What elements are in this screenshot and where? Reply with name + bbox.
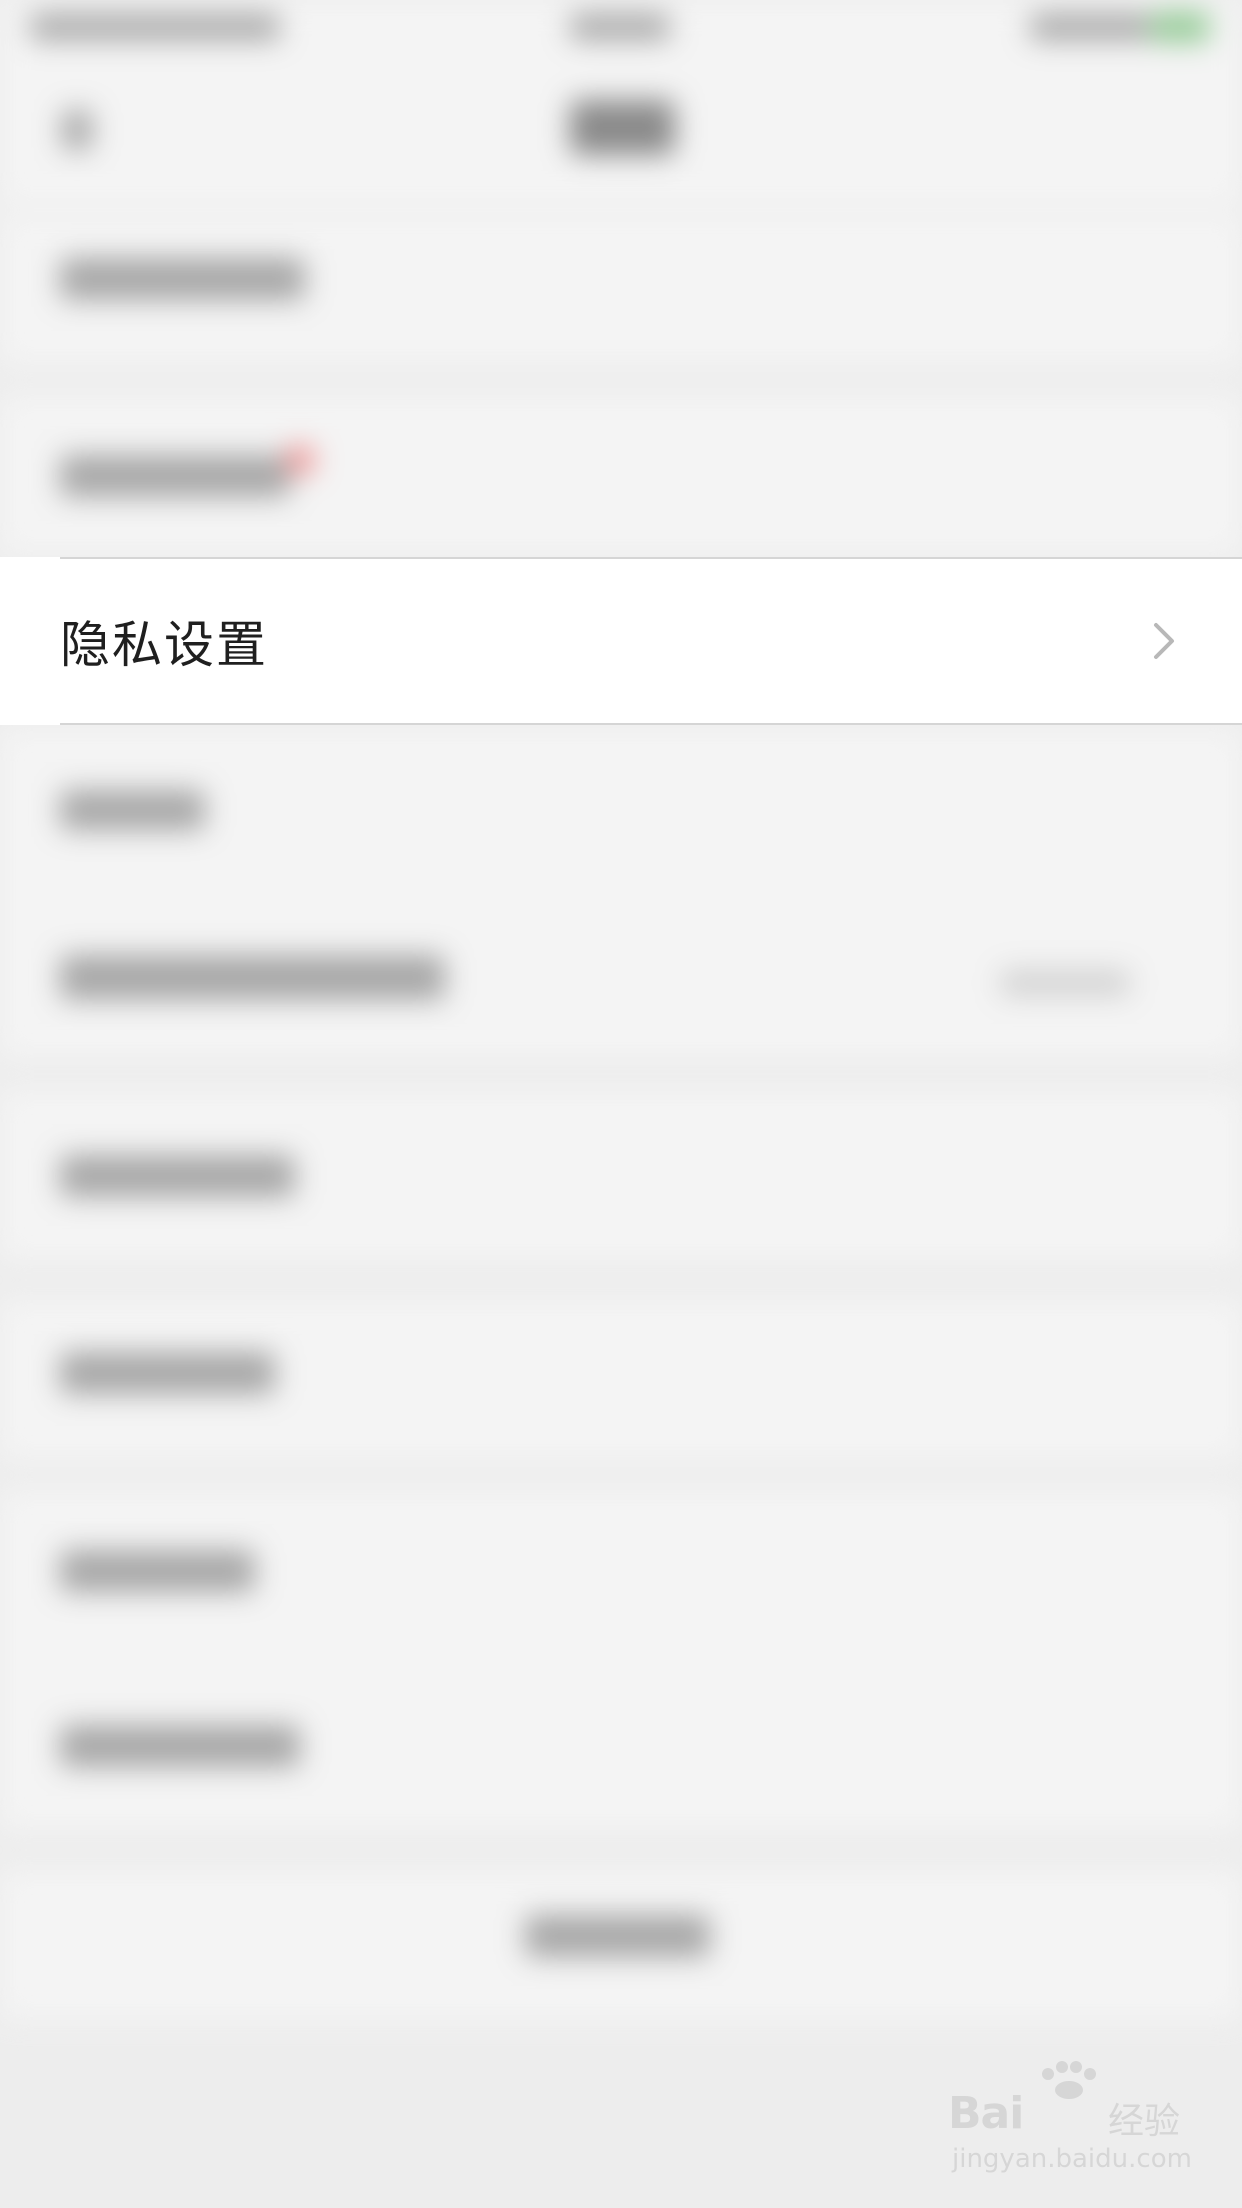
privacy-settings-label: 隐私设置 — [60, 616, 268, 674]
chevron-right-icon — [1154, 623, 1174, 659]
divider-top — [60, 557, 1242, 559]
paw-icon — [1042, 2061, 1096, 2099]
watermark-brand: Bai — [948, 2088, 1024, 2139]
divider-bottom — [60, 723, 1242, 725]
watermark-url: jingyan.baidu.com — [952, 2144, 1192, 2174]
privacy-settings-row[interactable]: 隐私设置 — [0, 557, 1242, 725]
watermark-brand-cn: 经验 — [1108, 2101, 1181, 2142]
baidu-jingyan-watermark: Bai 经验 jingyan.baidu.com — [948, 2060, 1192, 2180]
blurred-background — [0, 0, 1242, 2208]
settings-screen: 隐私设置 Bai 经验 jingyan.baidu.com — [0, 0, 1242, 2208]
